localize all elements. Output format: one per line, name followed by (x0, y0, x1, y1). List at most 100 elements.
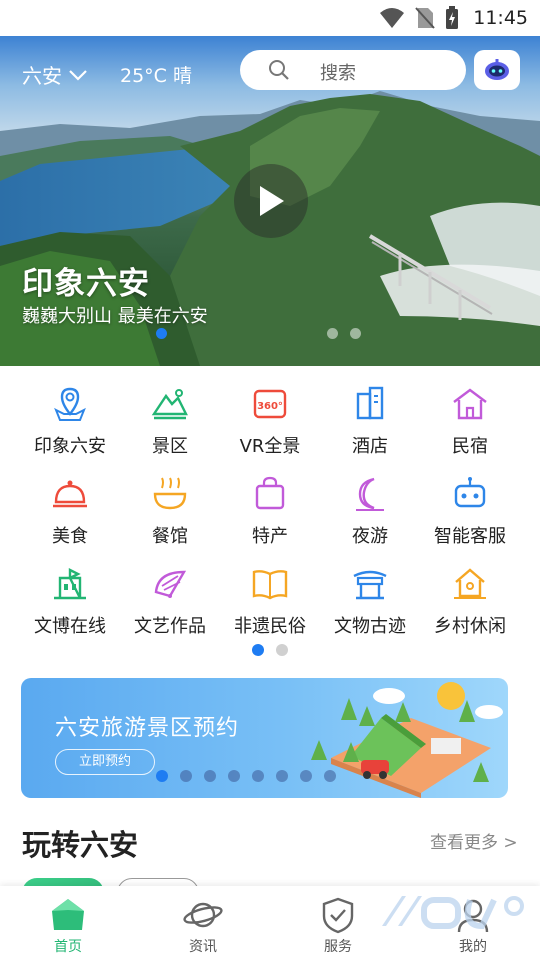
category-robot[interactable]: 智能客服 (416, 470, 524, 550)
search-bar[interactable]: 搜索 (240, 50, 466, 90)
pager-dot[interactable] (252, 770, 264, 782)
category-food-cloche[interactable]: 美食 (16, 470, 124, 550)
hotel-building-icon (356, 386, 384, 420)
hero-header: 六安 25°C 晴 搜索 (0, 36, 540, 106)
hero-title: 印象六安 (22, 266, 150, 302)
status-time: 11:45 (473, 7, 528, 29)
play-icon (260, 186, 284, 216)
pager-dot[interactable] (350, 328, 361, 339)
noodle-bowl-icon (153, 477, 187, 510)
city-selector[interactable]: 六安 (22, 60, 88, 89)
pager-dot[interactable] (327, 328, 338, 339)
category-mountain[interactable]: 景区 (116, 380, 224, 460)
category-label: 乡村休闲 (434, 616, 506, 637)
city-label: 六安 (22, 64, 62, 88)
no-sim-icon (415, 7, 435, 29)
svg-text:360°: 360° (257, 401, 283, 412)
category-label: 文物古迹 (334, 616, 406, 637)
hero-banner[interactable]: 六安 25°C 晴 搜索 印象六安 巍巍大别山 最美在六安 (0, 36, 540, 366)
house-icon (453, 388, 487, 420)
hero-pager (156, 328, 361, 339)
home-icon (52, 899, 84, 930)
category-museum[interactable]: 文博在线 (16, 560, 124, 640)
bottom-nav: 首页 资讯 服务 我的 (0, 886, 540, 960)
nav-news[interactable]: 资讯 (153, 886, 253, 960)
banner-pager (156, 770, 336, 782)
category-label: 非遗民俗 (234, 616, 306, 637)
weather-label: 25°C 晴 (120, 65, 192, 87)
category-moon[interactable]: 夜游 (316, 470, 424, 550)
category-fan[interactable]: 文艺作品 (116, 560, 224, 640)
category-label: 民宿 (452, 436, 488, 457)
category-shopping-bag[interactable]: 特产 (216, 470, 324, 550)
planet-icon (183, 902, 223, 928)
category-label: 酒店 (352, 436, 388, 457)
category-house[interactable]: 民宿 (416, 380, 524, 460)
play-video-button[interactable] (234, 164, 308, 238)
status-icons: 11:45 (379, 5, 528, 31)
banner-title: 六安旅游景区预约 (55, 716, 240, 741)
category-label: 文艺作品 (134, 616, 206, 637)
booking-banner[interactable]: 六安旅游景区预约 立即预约 (21, 678, 508, 798)
chevron-down-icon (69, 69, 87, 81)
nav-label: 资讯 (189, 939, 217, 955)
shopping-bag-icon (255, 476, 285, 510)
category-hotel-building[interactable]: 酒店 (316, 380, 424, 460)
category-pager (252, 644, 288, 656)
cottage-icon (454, 568, 486, 599)
pager-dot[interactable] (180, 770, 192, 782)
food-cloche-icon (53, 480, 87, 508)
vr-360-icon: 360° (253, 389, 287, 419)
section-title: 玩转六安 (22, 828, 139, 862)
ai-assistant-button[interactable] (474, 50, 520, 90)
wifi-icon (380, 8, 405, 28)
nav-service[interactable]: 服务 (288, 886, 388, 960)
status-bar: 11:45 (0, 0, 540, 36)
mountain-icon (151, 389, 188, 420)
user-icon (457, 899, 489, 933)
category-gate[interactable]: 文物古迹 (316, 560, 424, 640)
gate-icon (353, 570, 387, 600)
robot-icon (485, 59, 509, 80)
pager-dot[interactable] (300, 770, 312, 782)
nav-label: 服务 (324, 939, 352, 955)
pager-dot[interactable] (228, 770, 240, 782)
map-icon (54, 387, 86, 421)
pager-dot[interactable] (324, 770, 336, 782)
nav-label: 我的 (459, 939, 487, 955)
category-book[interactable]: 非遗民俗 (216, 560, 324, 640)
nav-profile[interactable]: 我的 (423, 886, 523, 960)
category-label: 特产 (252, 526, 288, 547)
category-label: 印象六安 (34, 436, 106, 457)
moon-icon (356, 477, 384, 511)
category-noodle-bowl[interactable]: 餐馆 (116, 470, 224, 550)
category-label: 餐馆 (152, 526, 188, 547)
search-icon (269, 60, 289, 80)
category-label: 文博在线 (34, 616, 106, 637)
category-label: 景区 (152, 436, 188, 457)
category-label: 智能客服 (434, 526, 506, 547)
category-label: VR全景 (239, 436, 301, 457)
fan-icon (154, 570, 187, 598)
pager-dot[interactable] (156, 328, 167, 339)
pager-dot[interactable] (276, 644, 288, 656)
hero-subtitle: 巍巍大别山 最美在六安 (22, 306, 208, 327)
search-placeholder: 搜索 (320, 63, 356, 84)
pager-dot[interactable] (276, 770, 288, 782)
category-label: 美食 (52, 526, 88, 547)
battery-charging-icon (446, 6, 459, 29)
pager-dot[interactable] (252, 644, 264, 656)
museum-icon (54, 568, 86, 600)
pager-dot[interactable] (156, 770, 168, 782)
shield-check-icon (322, 897, 354, 934)
category-label: 夜游 (352, 526, 388, 547)
category-map[interactable]: 印象六安 (16, 380, 124, 460)
nav-home[interactable]: 首页 (18, 886, 118, 960)
category-cottage[interactable]: 乡村休闲 (416, 560, 524, 640)
book-now-button[interactable]: 立即预约 (55, 749, 155, 775)
view-more-link[interactable]: 查看更多 > (430, 828, 518, 853)
nav-label: 首页 (54, 939, 82, 955)
category-vr-360[interactable]: 360° VR全景 (216, 380, 324, 460)
pager-dot[interactable] (204, 770, 216, 782)
book-icon (252, 570, 288, 600)
